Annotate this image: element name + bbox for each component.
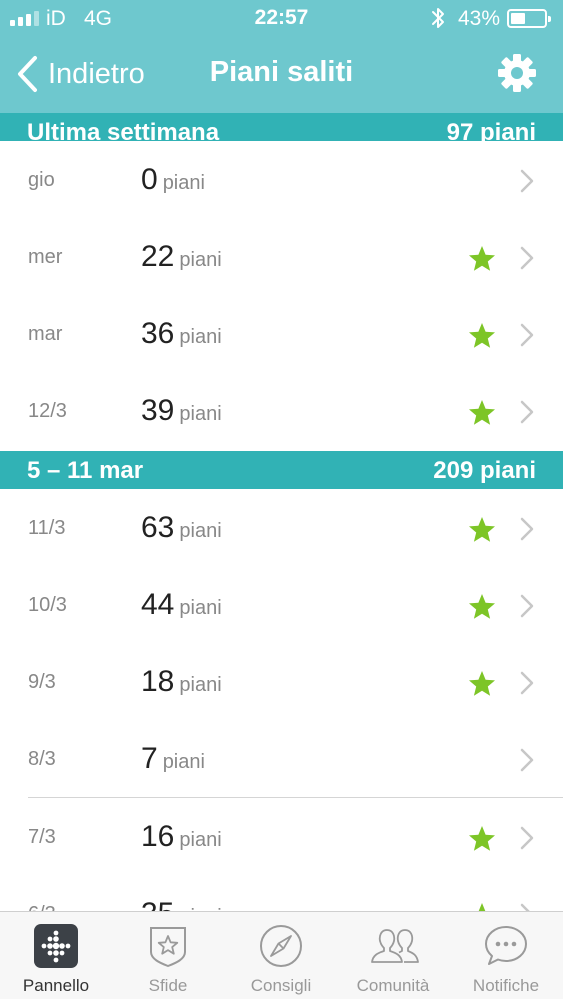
- top-bar: iD 4G 22:57 43% Indietro Piani saliti: [0, 0, 563, 113]
- floors-value: 63 piani: [141, 511, 222, 544]
- battery-icon: [507, 9, 551, 28]
- day-row[interactable]: 9/3 18 piani: [0, 643, 563, 721]
- floors-value: 44 piani: [141, 588, 222, 621]
- day-label: 9/3: [28, 671, 56, 693]
- chevron-right-icon: [520, 748, 534, 772]
- section-header-week: 5 – 11 mar 209 piani: [0, 451, 563, 489]
- floors-unit: piani: [162, 172, 205, 194]
- star-icon: [469, 246, 495, 271]
- day-row[interactable]: 8/3 7 piani: [0, 720, 563, 798]
- chevron-left-icon: [18, 56, 37, 92]
- chevron-right-icon: [520, 169, 534, 193]
- floors-unit: piani: [162, 751, 205, 773]
- section-total: 209 piani: [433, 457, 536, 484]
- dashboard-icon: [34, 924, 78, 968]
- bluetooth-icon: [432, 8, 444, 28]
- people-icon: [371, 929, 419, 963]
- floors-unit: piani: [179, 403, 222, 425]
- chevron-right-icon: [520, 826, 534, 850]
- compass-icon: [260, 925, 302, 967]
- floors-value: 16 piani: [141, 820, 222, 853]
- chevron-right-icon: [520, 400, 534, 424]
- tab-label: Sfide: [148, 976, 188, 995]
- day-label: 11/3: [28, 517, 66, 539]
- floors-unit: piani: [179, 829, 222, 851]
- chevron-right-icon: [520, 594, 534, 618]
- day-label: 12/3: [28, 400, 67, 422]
- day-row[interactable]: 10/3 44 piani: [0, 566, 563, 644]
- star-icon: [469, 323, 495, 348]
- floors-unit: piani: [179, 520, 222, 542]
- star-icon: [469, 400, 495, 425]
- star-icon: [469, 517, 495, 542]
- floors-value: 18 piani: [141, 665, 222, 698]
- day-label: mer: [28, 246, 63, 268]
- floors-unit: piani: [179, 597, 222, 619]
- tab-label: Notifiche: [472, 976, 540, 995]
- tab-guidance[interactable]: Consigli: [225, 912, 337, 999]
- day-label: 10/3: [28, 594, 67, 616]
- floors-value: 7 piani: [141, 742, 205, 775]
- tab-bar: Pannello Sfide Consigli Comunità Notific…: [0, 911, 563, 999]
- tab-community[interactable]: Comunità: [337, 912, 449, 999]
- star-icon: [469, 594, 495, 619]
- star-icon: [469, 671, 495, 696]
- day-label: 7/3: [28, 826, 56, 848]
- floors-unit: piani: [179, 249, 222, 271]
- floors-value: 36 piani: [141, 317, 222, 350]
- day-label: gio: [28, 169, 55, 191]
- tab-notifications[interactable]: Notifiche: [450, 912, 562, 999]
- star-icon: [469, 826, 495, 851]
- chevron-right-icon: [520, 671, 534, 695]
- floors-value: 22 piani: [141, 240, 222, 273]
- day-row[interactable]: gio 0 piani: [0, 141, 563, 219]
- tab-dashboard[interactable]: Pannello: [0, 912, 112, 999]
- battery-fill: [511, 13, 525, 24]
- floors-unit: piani: [179, 674, 222, 696]
- battery-percent: 43%: [458, 7, 501, 30]
- section-label: 5 – 11 mar: [27, 457, 144, 484]
- back-label: Indietro: [48, 57, 145, 90]
- gear-icon[interactable]: [496, 52, 538, 94]
- status-bar: iD 4G 22:57 43%: [0, 0, 563, 38]
- floors-unit: piani: [179, 326, 222, 348]
- chat-bubble-icon: [485, 926, 527, 965]
- chevron-right-icon: [520, 517, 534, 541]
- day-row[interactable]: mar 36 piani: [0, 295, 563, 373]
- day-row[interactable]: 12/3 39 piani: [0, 372, 563, 450]
- day-row[interactable]: 7/3 16 piani: [0, 798, 563, 876]
- chevron-right-icon: [520, 246, 534, 270]
- tab-label: Consigli: [250, 976, 312, 995]
- tab-label: Pannello: [22, 976, 90, 995]
- day-label: mar: [28, 323, 63, 345]
- day-row[interactable]: 11/3 63 piani: [0, 489, 563, 567]
- floors-value: 39 piani: [141, 394, 222, 427]
- floors-value: 0 piani: [141, 163, 205, 196]
- day-label: 8/3: [28, 748, 56, 770]
- tab-label: Comunità: [356, 976, 430, 995]
- back-button[interactable]: Indietro: [14, 52, 145, 96]
- star-badge-icon: [150, 927, 186, 968]
- chevron-right-icon: [520, 323, 534, 347]
- day-row[interactable]: mer 22 piani: [0, 218, 563, 296]
- tab-challenges[interactable]: Sfide: [112, 912, 224, 999]
